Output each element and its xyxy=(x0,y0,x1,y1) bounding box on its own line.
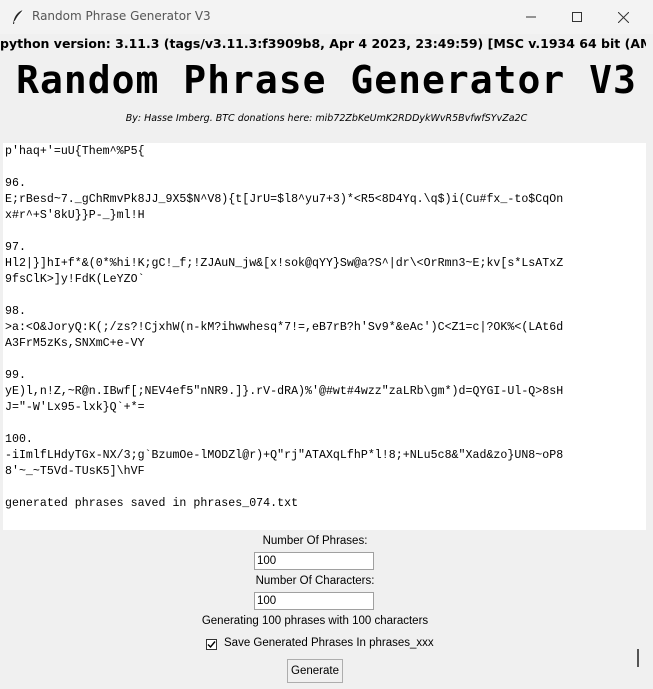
output-line: 100. xyxy=(5,433,33,446)
python-version-label: python version: 3.11.3 (tags/v3.11.3:f39… xyxy=(0,36,653,51)
output-line: 98. xyxy=(5,305,26,318)
output-line: 99. xyxy=(5,369,26,382)
generate-button[interactable]: Generate xyxy=(287,659,343,683)
close-icon xyxy=(617,11,629,23)
app-title: Random Phrase Generator V3 xyxy=(16,58,637,102)
save-checkbox[interactable] xyxy=(206,639,217,650)
output-line: Hl2|}]hI+f*&(0*%hi!K;gC!_f;!ZJAuN_jw&[x!… xyxy=(5,257,564,270)
window-title: Random Phrase Generator V3 xyxy=(32,9,211,23)
output-line: A3FrM5zKs,SNXmC+e-VY xyxy=(5,337,145,350)
close-button[interactable] xyxy=(600,0,646,34)
app-window: Random Phrase Generator V3 python versio… xyxy=(0,0,653,689)
output-line: 9fsClK>]y!FdK(LeYZO` xyxy=(5,273,145,286)
minimize-button[interactable] xyxy=(508,0,554,34)
output-line: >a:<O&JoryQ:K(;/zs?!CjxhW(n-kM?ihwwhesq*… xyxy=(5,321,564,334)
maximize-icon xyxy=(572,12,582,22)
minimize-icon xyxy=(526,16,536,18)
maximize-button[interactable] xyxy=(554,0,600,34)
author-byline: By: Hasse Imberg. BTC donations here: mi… xyxy=(125,113,528,124)
num-phrases-input[interactable]: 100 xyxy=(254,552,374,570)
controls-panel: Number Of Phrases: 100 Number Of Charact… xyxy=(0,530,653,689)
status-text: Generating 100 phrases with 100 characte… xyxy=(201,615,429,627)
feather-icon xyxy=(11,9,25,25)
output-line: x#r^+S'8kU}}P-_}ml!H xyxy=(5,209,145,222)
output-line: J="-W'Lx95-lxk}Q`+*= xyxy=(5,401,145,414)
output-text-area[interactable]: p'haq+'=uU{Them^%P5{ 96. E;rBesd~7._gChR… xyxy=(3,143,646,530)
scroll-indicator[interactable] xyxy=(637,649,639,667)
title-bar[interactable]: Random Phrase Generator V3 xyxy=(0,0,653,34)
num-phrases-label: Number Of Phrases: xyxy=(262,535,368,547)
num-chars-label: Number Of Characters: xyxy=(255,575,375,587)
output-line: generated phrases saved in phrases_074.t… xyxy=(5,497,299,510)
output-line: p'haq+'=uU{Them^%P5{ xyxy=(5,145,145,158)
output-line: 8'~_~T5Vd-TUsK5]\hVF xyxy=(5,465,145,478)
output-line: yE)l,n!Z,~R@n.IBwf[;NEV4ef5"nNR9.]}.rV-d… xyxy=(5,385,564,398)
save-checkbox-label: Save Generated Phrases In phrases_xxx xyxy=(224,637,434,649)
output-line: 97. xyxy=(5,241,26,254)
output-line: -iImlfLHdyTGx-NX/3;g`BzumOe-lMODZl@r)+Q"… xyxy=(5,449,564,462)
num-chars-input[interactable]: 100 xyxy=(254,592,374,610)
output-line: E;rBesd~7._gChRmvPk8JJ_9X5$N^V8){t[JrU=$… xyxy=(5,193,564,206)
checkmark-icon xyxy=(207,641,216,649)
output-line: 96. xyxy=(5,177,26,190)
